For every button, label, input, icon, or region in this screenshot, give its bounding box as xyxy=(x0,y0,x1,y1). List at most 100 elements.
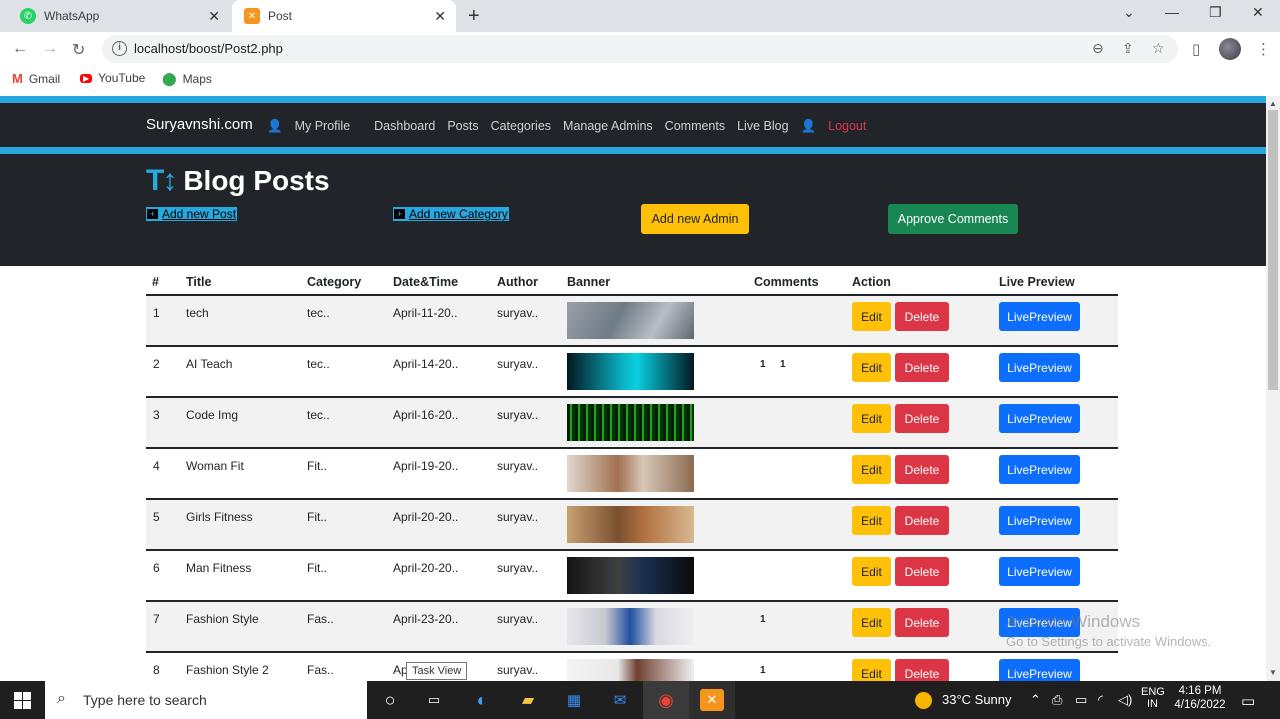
bookmark-gmail[interactable]: M Gmail xyxy=(12,71,60,86)
add-category-link[interactable]: + Add new Category xyxy=(393,207,509,221)
site-brand[interactable]: Suryavnshi.com xyxy=(146,116,253,133)
zoom-icon[interactable]: ⊖ xyxy=(1092,40,1104,57)
url-text[interactable]: localhost/boost/Post2.php xyxy=(134,41,283,56)
live-preview-button[interactable]: LivePreview xyxy=(999,506,1080,535)
delete-button[interactable]: Delete xyxy=(895,353,949,382)
tab-whatsapp[interactable]: ✆ WhatsApp ✕ xyxy=(8,0,230,32)
wifi-icon[interactable]: ◜ xyxy=(1098,692,1103,708)
clock[interactable]: 4:16 PM 4/16/2022 xyxy=(1174,685,1226,711)
row-category: Fas.. xyxy=(307,612,334,626)
add-post-link[interactable]: + Add new Post xyxy=(146,207,238,221)
gmail-icon: M xyxy=(12,71,23,86)
windows-start-icon[interactable] xyxy=(14,692,31,709)
row-title: tech xyxy=(186,306,209,320)
chevron-up-icon[interactable]: ⌃ xyxy=(1030,692,1041,708)
row-date: April-16-20.. xyxy=(393,408,459,422)
new-tab-icon[interactable]: + xyxy=(468,5,480,28)
edit-button[interactable]: Edit xyxy=(852,404,891,433)
delete-button[interactable]: Delete xyxy=(895,557,949,586)
avatar[interactable] xyxy=(1219,38,1241,60)
col-category: Category xyxy=(307,275,362,289)
edit-button[interactable]: Edit xyxy=(852,302,891,331)
notification-icon[interactable]: ▭ xyxy=(1241,692,1255,710)
minimize-icon[interactable]: — xyxy=(1165,4,1179,20)
nav-manage-admins[interactable]: Manage Admins xyxy=(563,119,653,134)
row-title: AI Teach xyxy=(186,357,233,371)
battery-icon[interactable]: ▭ xyxy=(1075,692,1087,708)
maximize-icon[interactable]: ❐ xyxy=(1209,4,1222,21)
reload-icon[interactable]: ↻ xyxy=(72,40,85,60)
table-row: 2 AI Teach tec.. April-14-20.. suryav.. 1 1 Edi… xyxy=(146,347,1118,398)
file-explorer-icon[interactable]: ▰ xyxy=(516,689,540,711)
site-info-icon[interactable]: i xyxy=(112,41,127,56)
nav-posts[interactable]: Posts xyxy=(447,119,478,134)
cortana-icon[interactable]: ○ xyxy=(378,689,402,711)
page-scrollbar[interactable]: ▲ ▼ xyxy=(1266,96,1280,681)
share-icon[interactable]: ⇪ xyxy=(1122,40,1134,57)
live-preview-button[interactable]: LivePreview xyxy=(999,659,1080,681)
task-view-icon[interactable]: ▭ xyxy=(422,689,446,711)
edit-button[interactable]: Edit xyxy=(852,659,891,681)
delete-button[interactable]: Delete xyxy=(895,506,949,535)
row-category: Fit.. xyxy=(307,561,327,575)
nav-my-profile[interactable]: 👤 My Profile xyxy=(267,119,362,134)
row-title: Code Img xyxy=(186,408,239,422)
weather-text[interactable]: 33°C Sunny xyxy=(942,692,1012,707)
volume-icon[interactable]: ◁) xyxy=(1118,692,1132,708)
edge-icon[interactable]: ◐ xyxy=(470,689,494,711)
live-preview-button[interactable]: LivePreview xyxy=(999,455,1080,484)
language-indicator[interactable]: ENG IN xyxy=(1141,686,1165,710)
address-bar[interactable]: i localhost/boost/Post2.php ⊖ ⇪ ☆ xyxy=(102,35,1178,63)
back-icon[interactable]: ← xyxy=(12,40,28,58)
side-panel-icon[interactable]: ▯ xyxy=(1192,40,1200,58)
scroll-thumb[interactable] xyxy=(1268,110,1278,390)
scroll-down-icon[interactable]: ▼ xyxy=(1269,668,1277,677)
row-date: April-20-20.. xyxy=(393,561,459,575)
lang-region: IN xyxy=(1147,698,1158,710)
add-admin-button[interactable]: Add new Admin xyxy=(641,204,749,234)
live-preview-button[interactable]: LivePreview xyxy=(999,404,1080,433)
weather-sun-icon[interactable] xyxy=(915,692,932,709)
live-preview-button[interactable]: LivePreview xyxy=(999,302,1080,331)
close-icon[interactable]: ✕ xyxy=(208,8,220,25)
forward-icon[interactable]: → xyxy=(42,40,58,58)
bookmark-youtube[interactable]: ▶ YouTube xyxy=(80,71,145,85)
xampp-icon[interactable]: ✕ xyxy=(700,689,724,711)
edit-button[interactable]: Edit xyxy=(852,455,891,484)
meet-icon[interactable]: ⎙ xyxy=(1052,692,1062,708)
live-preview-button[interactable]: LivePreview xyxy=(999,353,1080,382)
nav-categories[interactable]: Categories xyxy=(491,119,551,134)
delete-button[interactable]: Delete xyxy=(895,404,949,433)
window-close-icon[interactable]: ✕ xyxy=(1252,4,1264,21)
pending-comments-badge: 1 xyxy=(780,359,786,370)
nav-live-blog[interactable]: Live Blog xyxy=(737,119,788,134)
nav-dashboard[interactable]: Dashboard xyxy=(374,119,435,134)
edit-button[interactable]: Edit xyxy=(852,506,891,535)
nav-logout[interactable]: 👤 Logout xyxy=(801,119,879,134)
taskbar-search[interactable]: ⌕ Type here to search xyxy=(45,681,367,719)
tab-post[interactable]: ✕ Post ✕ xyxy=(232,0,456,32)
menu-icon[interactable]: ⋮ xyxy=(1256,40,1271,58)
edit-button[interactable]: Edit xyxy=(852,557,891,586)
bookmark-star-icon[interactable]: ☆ xyxy=(1152,40,1165,57)
delete-button[interactable]: Delete xyxy=(895,608,949,637)
live-preview-button[interactable]: LivePreview xyxy=(999,557,1080,586)
approved-comments-badge: 1 xyxy=(760,359,766,370)
scroll-up-icon[interactable]: ▲ xyxy=(1269,99,1277,108)
bookmark-maps[interactable]: ⬤ Maps xyxy=(162,71,212,87)
close-icon[interactable]: ✕ xyxy=(434,8,446,25)
store-icon[interactable]: ▦ xyxy=(562,689,586,711)
nav-comments[interactable]: Comments xyxy=(665,119,725,134)
approve-comments-button[interactable]: Approve Comments xyxy=(888,204,1018,234)
page-title: T↕ Blog Posts xyxy=(146,164,330,198)
mail-icon[interactable]: ✉ xyxy=(608,689,632,711)
tab-search-icon[interactable]: ⌄ xyxy=(1123,4,1135,21)
delete-button[interactable]: Delete xyxy=(895,302,949,331)
edit-button[interactable]: Edit xyxy=(852,608,891,637)
chrome-icon[interactable]: ◉ xyxy=(654,689,678,711)
delete-button[interactable]: Delete xyxy=(895,455,949,484)
edit-button[interactable]: Edit xyxy=(852,353,891,382)
table-row: 4 Woman Fit Fit.. April-19-20.. suryav.. Edit… xyxy=(146,449,1118,500)
posts-table: # Title Category Date&Time Author Banner… xyxy=(146,266,1118,681)
delete-button[interactable]: Delete xyxy=(895,659,949,681)
